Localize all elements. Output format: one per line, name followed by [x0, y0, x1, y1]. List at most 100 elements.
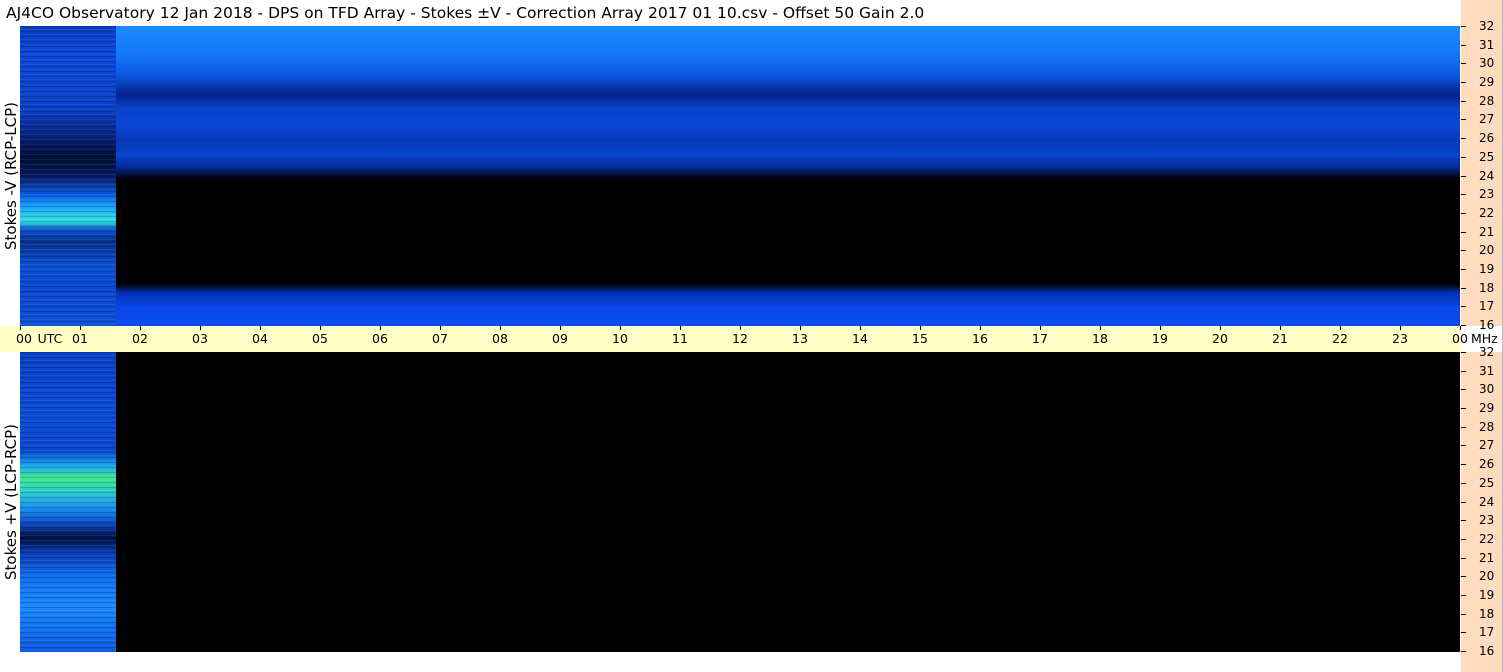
top-freq-tick-label: 32 [1479, 19, 1495, 33]
top-freq-tick [1461, 231, 1466, 233]
top-freq-tick [1461, 268, 1466, 270]
top-freq-tick-label: 31 [1479, 37, 1495, 52]
time-tick-label: 07 [432, 331, 448, 346]
time-tick [740, 326, 741, 330]
top-data-texture [20, 26, 116, 326]
time-tick [680, 326, 681, 330]
time-tick-label: 02 [132, 331, 148, 346]
bottom-freq-tick-label: 23 [1479, 513, 1495, 528]
time-tick-label: 04 [252, 331, 268, 346]
time-tick-label: 05 [312, 331, 328, 346]
bottom-freq-tick [1461, 464, 1466, 466]
bottom-freq-tick-label: 25 [1479, 475, 1495, 490]
bottom-freq-tick-label: 22 [1479, 531, 1495, 546]
bottom-freq-tick [1461, 557, 1466, 559]
time-tick [500, 326, 501, 330]
bottom-freq-tick-label: 21 [1479, 550, 1495, 565]
time-tick-label: 19 [1152, 331, 1168, 346]
time-tick-label: 03 [192, 331, 208, 346]
bottom-freq-tick-label: 18 [1479, 606, 1495, 621]
top-freq-tick-label: 29 [1479, 75, 1495, 90]
time-tick [920, 326, 921, 330]
top-y-axis-label-text: Stokes -V (RCP-LCP) [2, 102, 20, 250]
time-tick [200, 326, 201, 330]
top-freq-tick-label: 26 [1479, 131, 1495, 146]
bottom-y-axis-label: Stokes +V (LCP-RCP) [0, 352, 22, 652]
time-tick [980, 326, 981, 330]
bottom-freq-tick [1461, 632, 1466, 634]
time-tick-label: 06 [372, 331, 388, 346]
bottom-spectrogram [20, 352, 1460, 652]
top-spectrogram-svg [20, 26, 1460, 326]
time-tick [800, 326, 801, 330]
top-freq-tick-label: 20 [1479, 243, 1495, 258]
time-tick [140, 326, 141, 330]
top-freq-tick-label: 30 [1479, 56, 1495, 71]
time-tick [1400, 326, 1401, 330]
bottom-freq-tick-label: 32 [1479, 345, 1495, 359]
bottom-freq-tick-label: 30 [1479, 382, 1495, 397]
top-freq-tick-label: 19 [1479, 261, 1495, 276]
bottom-freq-tick [1461, 370, 1466, 372]
time-tick [620, 326, 621, 330]
bottom-freq-tick-label: 19 [1479, 587, 1495, 602]
time-tick-label: 08 [492, 331, 508, 346]
top-freq-tick [1461, 287, 1466, 289]
time-tick [380, 326, 381, 330]
top-freq-tick [1461, 63, 1466, 65]
time-tick [1340, 326, 1341, 330]
top-freq-tick [1461, 194, 1466, 196]
time-tick-label: 12 [732, 331, 748, 346]
time-tick-label: 00 [1452, 331, 1468, 346]
time-tick [860, 326, 861, 330]
bottom-frequency-scale: 32 31 30 29 28 27 26 25 24 23 22 21 20 19 18 17 16 [1461, 346, 1503, 672]
top-freq-tick [1461, 138, 1466, 140]
top-freq-tick [1461, 306, 1466, 308]
bottom-freq-tick [1461, 594, 1466, 596]
top-freq-tick [1461, 325, 1466, 326]
time-tick-label: 22 [1332, 331, 1348, 346]
time-axis-unit: MHz [1471, 331, 1498, 346]
time-tick [320, 326, 321, 330]
bottom-freq-tick-label: 28 [1479, 419, 1495, 434]
bottom-freq-tick-label: 20 [1479, 569, 1495, 584]
top-background-band [20, 26, 1460, 326]
top-freq-tick-label: 16 [1479, 318, 1495, 332]
top-freq-tick-label: 22 [1479, 205, 1495, 220]
time-tick [560, 326, 561, 330]
time-tick [1100, 326, 1101, 330]
top-freq-tick-label: 17 [1479, 299, 1495, 314]
bottom-freq-tick-label: 27 [1479, 438, 1495, 453]
bottom-freq-tick [1461, 520, 1466, 522]
time-tick [260, 326, 261, 330]
top-freq-tick [1461, 250, 1466, 252]
time-axis: MHz 00 01 02 03 04 05 06 07 08 09 10 11 12 13 14 15 16 17… [0, 326, 1498, 352]
top-freq-tick [1461, 82, 1466, 84]
top-y-axis-label: Stokes -V (RCP-LCP) [0, 26, 22, 326]
time-tick [1460, 326, 1461, 330]
top-spectrogram [20, 26, 1460, 326]
bottom-freq-tick [1461, 501, 1466, 503]
top-frequency-scale: 32 31 30 29 28 27 26 25 24 23 22 21 20 19 18 17 16 [1461, 0, 1503, 331]
time-tick [80, 326, 81, 330]
time-tick-label: 23 [1392, 331, 1408, 346]
time-tick [20, 326, 21, 330]
time-tick-label: 09 [552, 331, 568, 346]
bottom-freq-tick [1461, 408, 1466, 410]
top-freq-tick-label: 21 [1479, 224, 1495, 239]
bottom-freq-tick [1461, 389, 1466, 391]
time-tick [1160, 326, 1161, 330]
time-tick [1220, 326, 1221, 330]
top-freq-tick-label: 27 [1479, 112, 1495, 127]
bottom-freq-tick-label: 16 [1479, 644, 1495, 658]
top-freq-tick [1461, 175, 1466, 177]
bottom-freq-tick-label: 29 [1479, 401, 1495, 416]
time-tick-label: 16 [972, 331, 988, 346]
bottom-freq-tick-label: 31 [1479, 363, 1495, 378]
time-tick-label: 10 [612, 331, 628, 346]
time-tick [440, 326, 441, 330]
time-tick-label: 00 [16, 331, 32, 346]
bottom-spectrogram-svg [20, 352, 1460, 652]
time-tick-label: 21 [1272, 331, 1288, 346]
time-tick-label: 11 [672, 331, 688, 346]
